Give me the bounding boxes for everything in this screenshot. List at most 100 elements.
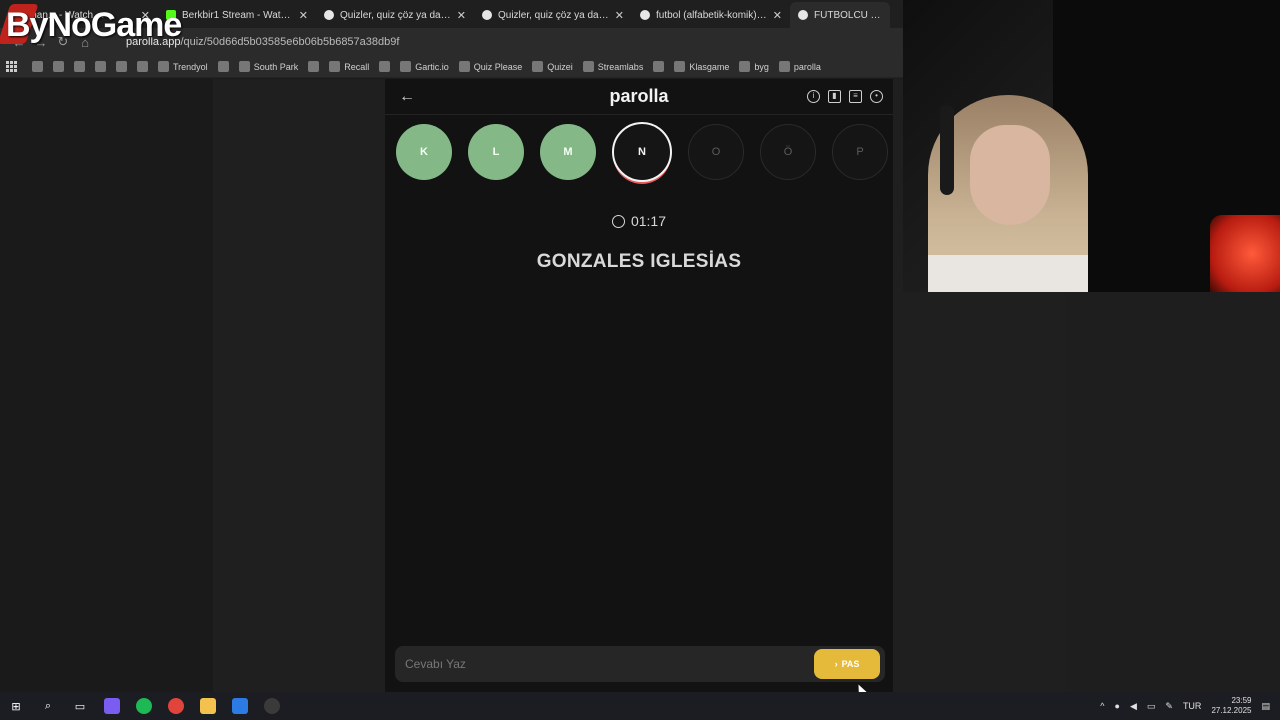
windows-taskbar: ⊞ ⌕ ▭ ^ ● ◀ ▭ ✎ TUR 23:59 27.12.2025 ▤: [0, 692, 1280, 720]
pass-button[interactable]: › PAS: [814, 649, 880, 679]
pen-icon[interactable]: ✎: [1165, 701, 1173, 712]
microphone-icon[interactable]: ●: [1115, 701, 1120, 711]
parolla-icon: [482, 10, 492, 20]
google-icon: [32, 61, 43, 72]
windows-start-icon[interactable]: ⊞: [8, 698, 24, 714]
letter-done-circle: K: [396, 124, 452, 180]
letter-pending-circle: Ö: [760, 124, 816, 180]
bookmark-item[interactable]: [32, 61, 47, 72]
parolla-icon: [798, 10, 808, 20]
bookmark-item[interactable]: Trendyol: [158, 61, 208, 72]
file-explorer-icon[interactable]: [200, 698, 216, 714]
search-icon[interactable]: ⌕: [40, 698, 56, 714]
youtube-icon: [379, 61, 391, 72]
bookmark-item[interactable]: byg: [739, 61, 769, 72]
chevron-up-icon[interactable]: ^: [1100, 701, 1104, 711]
parolla-app: ← parolla i ▮ ≡ • KLMNOÖP 01:17 GONZALES…: [385, 79, 893, 692]
app-icon[interactable]: [232, 698, 248, 714]
answer-input[interactable]: [405, 654, 795, 674]
byg-icon: [739, 61, 751, 72]
browser-tab[interactable]: Quizler, quiz çöz ya da quiz olu✕: [474, 2, 632, 28]
parolla-icon: [778, 61, 790, 72]
question-text: GONZALES IGLESİAS: [536, 251, 742, 272]
letter-done-circle: L: [468, 124, 524, 180]
southpark-icon: [238, 61, 250, 72]
chrome-icon[interactable]: [168, 698, 184, 714]
header-actions: i ▮ ≡ •: [807, 90, 883, 103]
bookmark-item[interactable]: [379, 61, 394, 72]
bookmark-item[interactable]: [217, 61, 233, 72]
answer-bar: ›PAS: [395, 646, 885, 682]
browser-tab[interactable]: futbol (alfabetik-komik) quiz - p✕: [632, 2, 790, 28]
x-icon: [308, 61, 320, 72]
obs-icon[interactable]: [264, 698, 280, 714]
bookmarks-bar: Trendyol South Park Recall Gartic.io Quiz Pl…: [0, 56, 903, 78]
clock-icon: [611, 215, 625, 228]
letter-current-circle: N: [612, 122, 672, 182]
timer: 01:17: [385, 213, 893, 229]
trendyol-icon: [158, 61, 169, 72]
task-view-icon[interactable]: ▭: [72, 698, 88, 714]
system-tray: ^ ● ◀ ▭ ✎ TUR 23:59 27.12.2025 ▤: [1100, 692, 1270, 720]
letter-done-circle: M: [540, 124, 596, 180]
webcam-feed: [903, 0, 1280, 292]
close-icon[interactable]: ✕: [615, 9, 624, 22]
chevron-right-icon: ›: [834, 659, 838, 669]
side-panel-left: [213, 79, 385, 692]
bookmark-item[interactable]: Recall: [329, 61, 369, 72]
bookmark-item[interactable]: Quizei: [532, 61, 573, 72]
screen: Chan... - Watch ... ✕ Berkbir1 Stream - W…: [0, 0, 1280, 720]
youtube-icon: [74, 61, 85, 72]
notifications-icon[interactable]: ▤: [1261, 701, 1270, 712]
close-icon[interactable]: ✕: [457, 9, 466, 22]
bookmark-item[interactable]: Quiz Please: [458, 61, 522, 72]
clock[interactable]: 23:59 27.12.2025: [1211, 696, 1251, 716]
gartic-icon: [400, 61, 412, 72]
bookmark-item[interactable]: [653, 61, 668, 72]
apps-icon[interactable]: [6, 60, 18, 73]
bookmark-item[interactable]: Klasgame: [674, 61, 729, 72]
steam-icon: [653, 61, 665, 72]
kick-icon: [217, 61, 229, 72]
streamlabs-icon: [582, 61, 594, 72]
bookmark-item[interactable]: [308, 61, 323, 72]
bookmark-item[interactable]: [137, 61, 152, 72]
letter-pending-circle: P: [832, 124, 888, 180]
bookmark-item[interactable]: [74, 61, 89, 72]
comments-icon[interactable]: ≡: [849, 90, 862, 103]
headset-icon: [940, 105, 954, 195]
twitch-icon: [95, 61, 106, 72]
app-header: ← parolla i ▮ ≡ •: [385, 79, 893, 115]
note-icon: [116, 61, 127, 72]
bookmark-item[interactable]: Streamlabs: [582, 61, 643, 72]
user-icon[interactable]: •: [870, 90, 883, 103]
recall-icon: [329, 61, 341, 72]
streamer: [928, 95, 1088, 292]
quizplease-icon: [458, 61, 470, 72]
stream-logo: ByNoGame: [6, 6, 182, 44]
parolla-icon: [640, 10, 650, 20]
language-indicator[interactable]: TUR: [1183, 701, 1202, 711]
bookmark-item[interactable]: [53, 61, 68, 72]
browser-tab[interactable]: Berkbir1 Stream - Watch Live o✕: [158, 2, 316, 28]
close-icon[interactable]: ✕: [773, 9, 782, 22]
volume-icon[interactable]: ◀: [1130, 701, 1137, 712]
bookmark-item[interactable]: [116, 61, 131, 72]
browser-tab-active[interactable]: FUTBOLCU TAHMİ: [790, 2, 890, 28]
bookmark-item[interactable]: South Park: [238, 61, 298, 72]
browser-tab[interactable]: Quizler, quiz çöz ya da quiz olu✕: [316, 2, 474, 28]
bookmark-item[interactable]: Gartic.io: [400, 61, 449, 72]
close-icon[interactable]: ✕: [299, 9, 308, 22]
spotify-icon[interactable]: [136, 698, 152, 714]
bookmark-item[interactable]: parolla: [778, 61, 821, 72]
right-background: [1066, 292, 1280, 692]
stats-icon[interactable]: ▮: [828, 90, 841, 103]
info-icon[interactable]: i: [807, 90, 820, 103]
translate-icon: [53, 61, 64, 72]
network-icon[interactable]: ▭: [1147, 701, 1156, 712]
letter-pending-circle: O: [688, 124, 744, 180]
bookmark-item[interactable]: [95, 61, 110, 72]
copilot-icon[interactable]: [104, 698, 120, 714]
quizei-icon: [532, 61, 544, 72]
globe-icon: [137, 61, 148, 72]
